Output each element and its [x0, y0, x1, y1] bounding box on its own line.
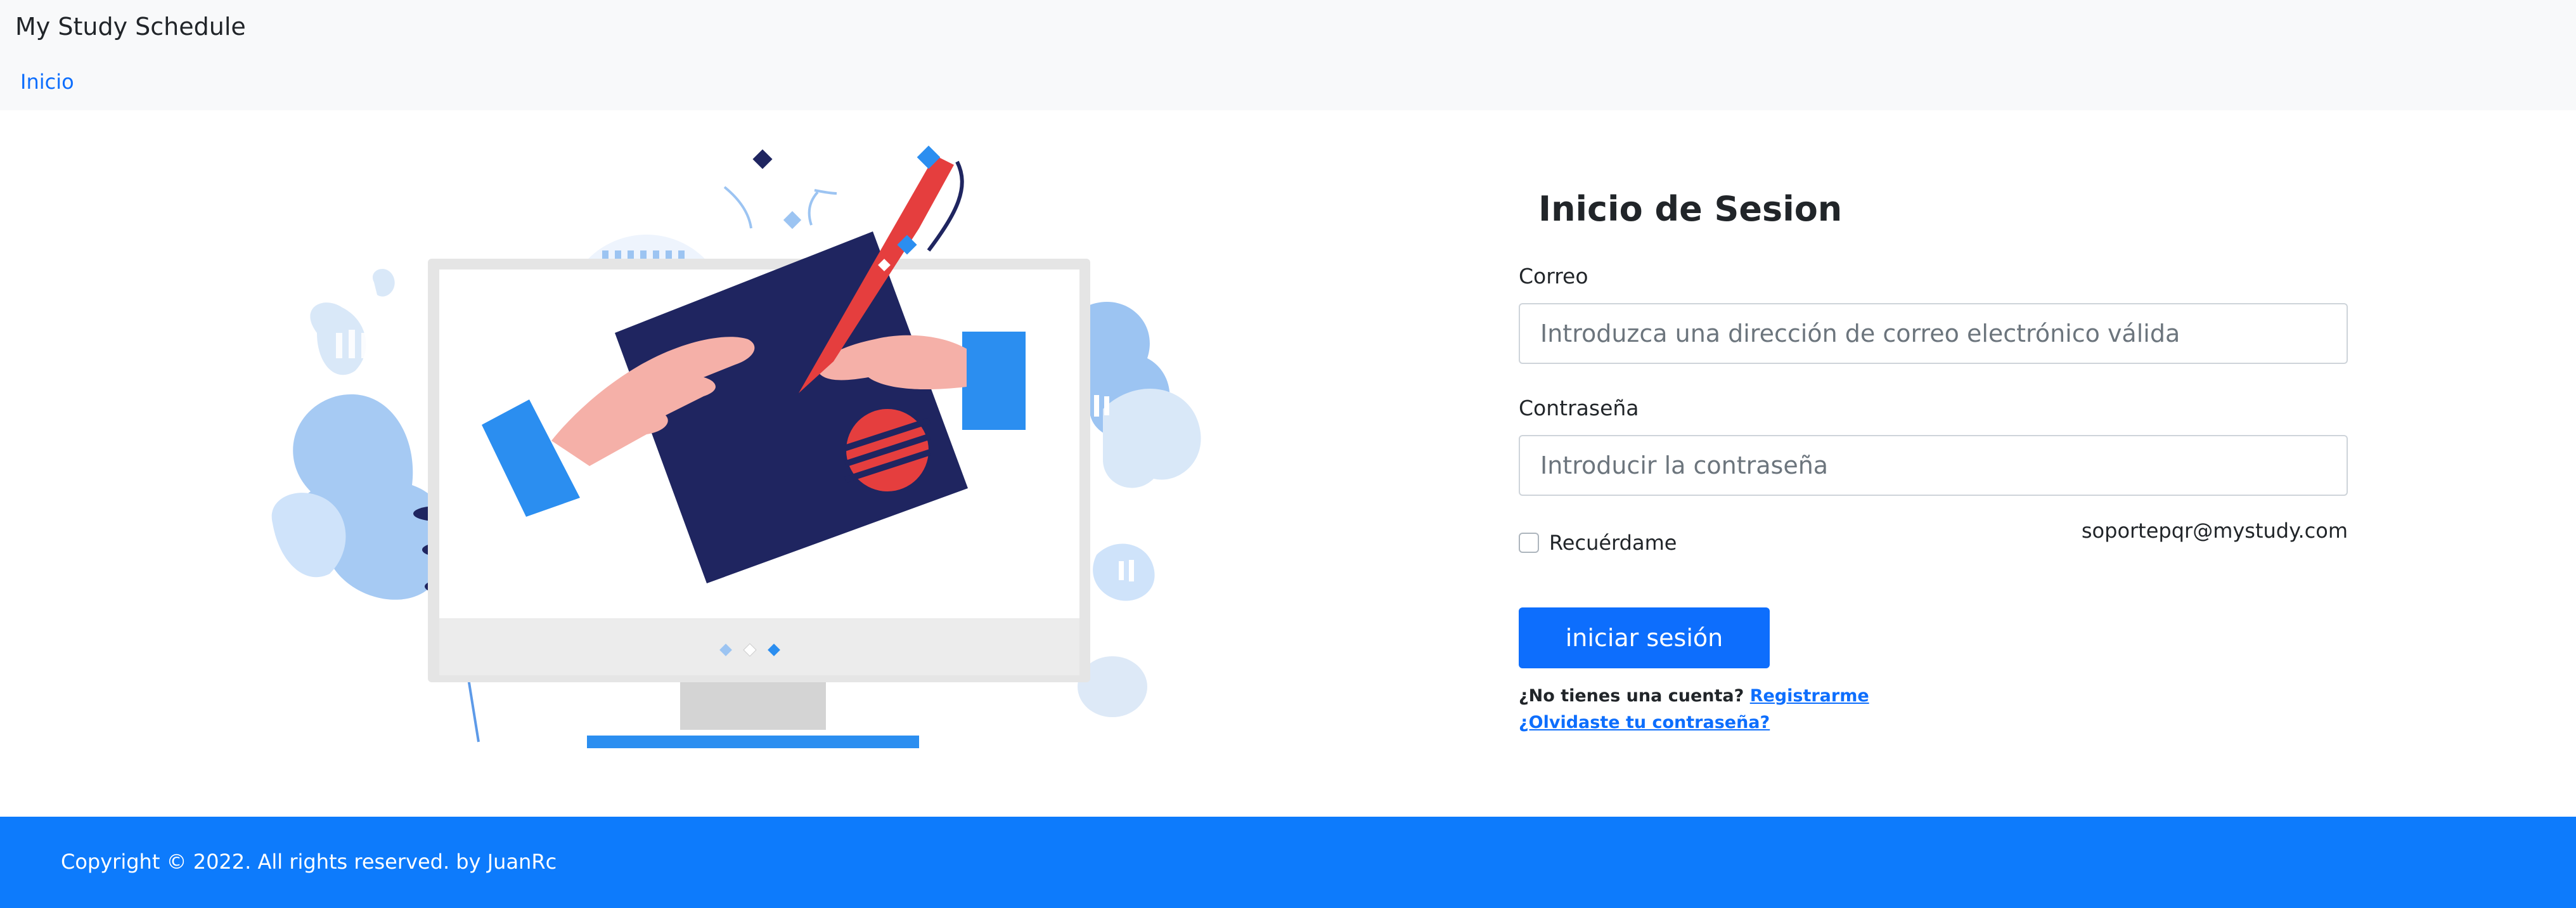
copyright-text: Copyright © 2022. All rights reserved. b… — [61, 850, 557, 874]
diamond-decoration — [752, 149, 773, 169]
forgot-password-link[interactable]: ¿Olvidaste tu contraseña? — [1519, 713, 1770, 732]
email-input[interactable] — [1519, 303, 2348, 364]
nav-link-inicio[interactable]: Inicio — [20, 70, 74, 94]
forgot-row: ¿Olvidaste tu contraseña? — [1519, 713, 1770, 732]
password-input[interactable] — [1519, 435, 2348, 496]
remember-checkbox[interactable] — [1519, 533, 1539, 553]
email-label: Correo — [1519, 264, 1588, 289]
login-button[interactable]: iniciar sesión — [1519, 607, 1770, 668]
footer: Copyright © 2022. All rights reserved. b… — [0, 817, 2576, 908]
register-row: ¿No tienes una cuenta? Registrarme — [1519, 686, 1869, 706]
support-email: soportepqr@mystudy.com — [2081, 519, 2348, 543]
no-account-text: ¿No tienes una cuenta? — [1519, 686, 1750, 706]
brand-link[interactable]: My Study Schedule — [15, 13, 246, 41]
register-link[interactable]: Registrarme — [1750, 686, 1869, 706]
remember-label[interactable]: Recuérdame — [1549, 531, 1677, 555]
login-title: Inicio de Sesion — [1538, 189, 1843, 229]
password-label: Contraseña — [1519, 396, 1639, 420]
monitor-drawing-illustration — [271, 145, 1201, 748]
navbar: My Study Schedule Inicio — [0, 0, 2576, 110]
remember-row: Recuérdame — [1519, 530, 1677, 555]
